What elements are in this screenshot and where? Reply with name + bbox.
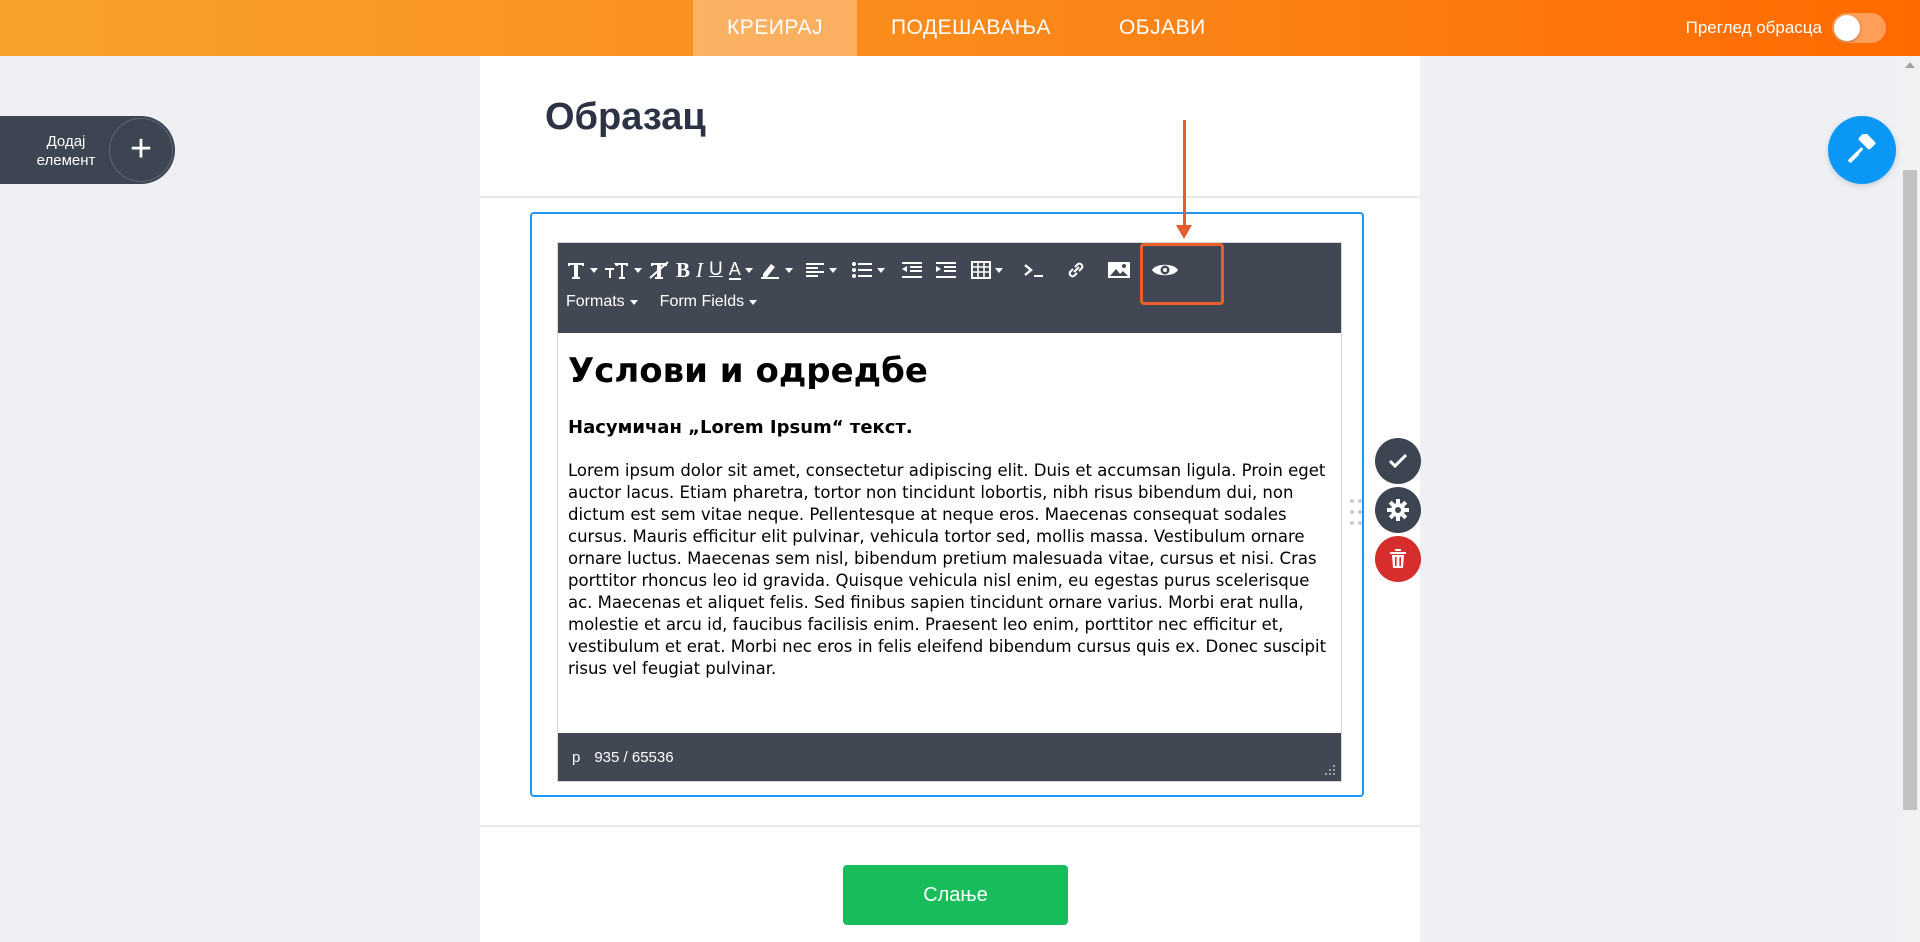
tab-create[interactable]: КРЕИРАЈ xyxy=(693,0,857,56)
editor-content[interactable]: Услови и одредбе Насумичан „Lorem Ipsum“… xyxy=(568,351,1333,680)
add-element-button[interactable]: Додај елемент + xyxy=(0,116,175,184)
image-icon[interactable] xyxy=(1107,255,1131,285)
tab-publish[interactable]: ОБЈАВИ xyxy=(1085,0,1240,56)
add-element-label: Додај елемент xyxy=(36,133,96,169)
formats-dropdown[interactable]: Formats xyxy=(566,293,638,311)
font-size-icon[interactable] xyxy=(604,255,642,285)
plus-icon[interactable]: + xyxy=(109,118,173,182)
toolbar-row: B I U A xyxy=(566,255,1185,285)
code-terminal-icon[interactable] xyxy=(1023,255,1045,285)
highlight-color-icon[interactable] xyxy=(759,255,793,285)
form-designer-button[interactable] xyxy=(1828,116,1896,184)
submit-button[interactable]: Слање xyxy=(843,865,1068,925)
table-icon[interactable] xyxy=(970,255,1003,285)
drag-handle-icon[interactable] xyxy=(1349,498,1363,526)
annotation-arrow xyxy=(1183,120,1186,232)
scrollbar-thumb[interactable] xyxy=(1903,170,1917,810)
bold-icon[interactable]: B xyxy=(676,255,690,285)
delete-field-button[interactable] xyxy=(1375,536,1421,582)
divider xyxy=(480,825,1420,827)
content-heading[interactable]: Услови и одредбе xyxy=(568,351,1333,391)
builder-tabs: КРЕИРАЈ ПОДЕШАВАЊА ОБЈАВИ xyxy=(693,0,1240,56)
underline-icon[interactable]: U xyxy=(709,255,723,285)
form-preview-label: Преглед обрасца xyxy=(1685,18,1822,37)
page-scrollbar[interactable] xyxy=(1900,56,1920,942)
paint-roller-icon xyxy=(1848,134,1876,163)
italic-icon[interactable]: I xyxy=(696,255,703,285)
divider xyxy=(480,196,1420,198)
form-fields-label: Form Fields xyxy=(659,293,745,310)
trash-icon xyxy=(1390,549,1406,568)
indent-icon[interactable] xyxy=(935,255,957,285)
align-icon[interactable] xyxy=(805,255,837,285)
formats-label: Formats xyxy=(566,293,625,310)
list-icon[interactable] xyxy=(851,255,885,285)
check-icon xyxy=(1388,453,1408,469)
form-title[interactable]: Образац xyxy=(545,96,706,139)
outdent-icon[interactable] xyxy=(901,255,923,285)
text-color-icon[interactable]: A xyxy=(728,255,753,285)
form-fields-dropdown[interactable]: Form Fields xyxy=(659,293,758,311)
resize-grip-icon[interactable] xyxy=(1325,765,1335,775)
gear-icon xyxy=(1387,499,1409,521)
toggle-knob xyxy=(1834,15,1860,41)
annotation-highlight-box xyxy=(1140,243,1224,305)
content-paragraph[interactable]: Lorem ipsum dolor sit amet, consectetur … xyxy=(568,460,1333,680)
scroll-up-arrow-icon[interactable] xyxy=(1905,62,1915,68)
annotation-arrowhead xyxy=(1176,225,1192,239)
top-navigation-bar: КРЕИРАЈ ПОДЕШАВАЊА ОБЈАВИ Преглед обрасц… xyxy=(0,0,1920,56)
tab-settings[interactable]: ПОДЕШАВАЊА xyxy=(857,0,1085,56)
link-icon[interactable] xyxy=(1065,255,1087,285)
editor-statusbar: p 935 / 65536 xyxy=(558,733,1341,781)
rich-text-editor[interactable]: B I U A Formats Form Fields Услови и одр… xyxy=(557,242,1342,782)
toolbar-row: Formats Form Fields xyxy=(566,287,779,317)
element-path[interactable]: p xyxy=(572,749,580,766)
content-subheading[interactable]: Насумичан „Lorem Ipsum“ текст. xyxy=(568,417,1333,438)
character-count: 935 / 65536 xyxy=(594,748,674,766)
form-preview-toggle[interactable] xyxy=(1832,13,1886,43)
field-properties-button[interactable] xyxy=(1375,487,1421,533)
clear-formatting-icon[interactable] xyxy=(648,255,670,285)
form-preview-control: Преглед обрасца xyxy=(1686,0,1886,56)
font-family-icon[interactable] xyxy=(566,255,598,285)
confirm-field-button[interactable] xyxy=(1375,438,1421,484)
